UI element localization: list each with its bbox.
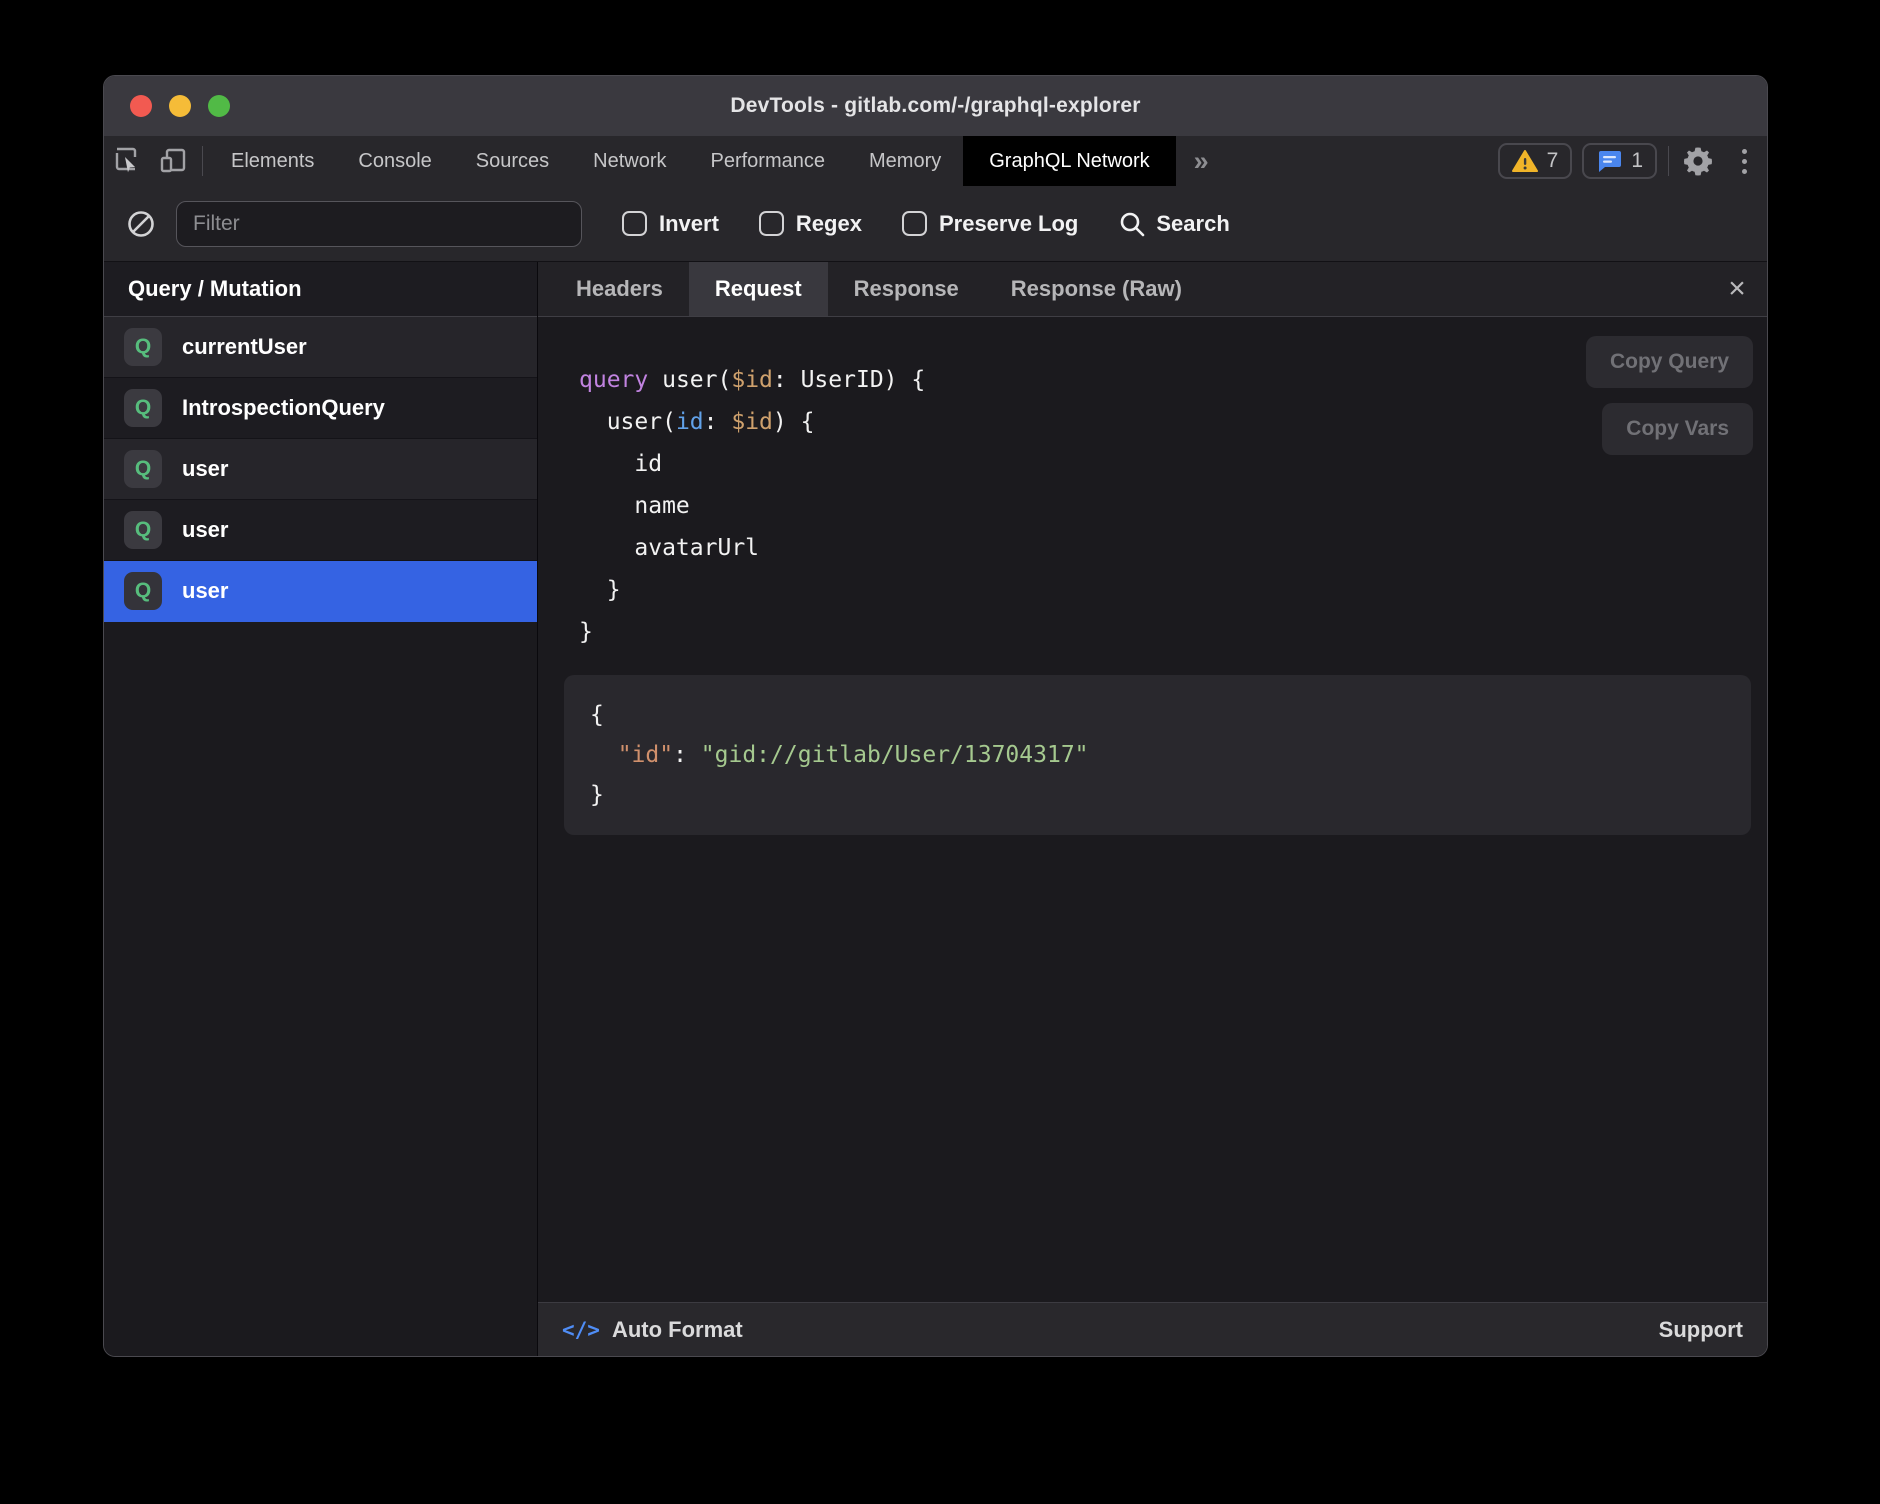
clear-filter-button[interactable] [118, 209, 164, 239]
query-name: IntrospectionQuery [182, 395, 385, 421]
inspect-element-button[interactable] [104, 136, 150, 186]
zoom-window-button[interactable] [208, 95, 230, 117]
issues-warning-badge[interactable]: 7 [1498, 143, 1573, 179]
tab-request[interactable]: Request [689, 262, 828, 316]
kebab-icon [1742, 149, 1747, 154]
tab-response-raw[interactable]: Response (Raw) [985, 262, 1208, 316]
tab-graphql-network[interactable]: GraphQL Network [963, 136, 1175, 186]
status-bar: </> Auto Format Support [538, 1302, 1767, 1356]
devtools-toolbar: Elements Console Sources Network Perform… [104, 136, 1767, 186]
query-list-item-user-2[interactable]: Q user [104, 500, 537, 561]
title-bar: DevTools - gitlab.com/-/graphql-explorer [104, 76, 1767, 136]
query-list-item-currentuser[interactable]: Q currentUser [104, 317, 537, 378]
tab-elements[interactable]: Elements [209, 136, 336, 186]
invert-checkbox-group[interactable]: Invert [622, 211, 719, 237]
query-name: user [182, 578, 228, 604]
inspect-cursor-icon [112, 146, 142, 176]
device-toolbar-icon [158, 146, 188, 176]
main-area: Query / Mutation Q currentUser Q Introsp… [104, 262, 1767, 1356]
query-list-item-user-1[interactable]: Q user [104, 439, 537, 500]
chat-bubble-icon [1596, 149, 1622, 173]
regex-checkbox[interactable] [759, 211, 784, 236]
query-type-icon: Q [124, 572, 162, 610]
query-type-icon: Q [124, 511, 162, 549]
support-link[interactable]: Support [1659, 1317, 1743, 1343]
close-window-button[interactable] [130, 95, 152, 117]
messages-badge[interactable]: 1 [1582, 143, 1657, 179]
request-content: query user($id: UserID) { user(id: $id) … [538, 317, 1767, 1302]
auto-format-button[interactable]: </> Auto Format [562, 1317, 743, 1343]
query-name: currentUser [182, 334, 307, 360]
minimize-window-button[interactable] [169, 95, 191, 117]
more-tabs-button[interactable]: » [1176, 136, 1227, 186]
toolbar-divider [202, 146, 203, 176]
query-list-item-introspectionquery[interactable]: Q IntrospectionQuery [104, 378, 537, 439]
tab-network[interactable]: Network [571, 136, 688, 186]
request-tabs: Headers Request Response Response (Raw) … [538, 262, 1767, 317]
copy-query-button[interactable]: Copy Query [1586, 336, 1753, 388]
toolbar-spacer [1227, 136, 1493, 186]
query-type-icon: Q [124, 328, 162, 366]
toggle-device-toolbar-button[interactable] [150, 136, 196, 186]
screen: DevTools - gitlab.com/-/graphql-explorer… [0, 0, 1880, 1504]
tab-console[interactable]: Console [336, 136, 453, 186]
auto-format-label: Auto Format [612, 1317, 743, 1343]
warning-count: 7 [1547, 149, 1559, 173]
devtools-window: DevTools - gitlab.com/-/graphql-explorer… [103, 75, 1768, 1357]
message-count: 1 [1631, 149, 1643, 173]
code-brackets-icon: </> [562, 1318, 600, 1342]
copy-vars-button[interactable]: Copy Vars [1602, 403, 1753, 455]
query-name: user [182, 517, 228, 543]
query-list-header: Query / Mutation [104, 262, 537, 317]
query-list-item-user-selected[interactable]: Q user [104, 561, 537, 622]
close-detail-button[interactable]: × [1707, 262, 1767, 316]
request-tabs-spacer [1208, 262, 1707, 316]
variables-box: { "id": "gid://gitlab/User/13704317" } [564, 675, 1751, 835]
search-button[interactable]: Search [1118, 210, 1229, 238]
close-icon: × [1728, 272, 1746, 306]
search-label: Search [1156, 211, 1229, 237]
gear-icon [1683, 146, 1713, 176]
tab-headers[interactable]: Headers [550, 262, 689, 316]
query-type-icon: Q [124, 389, 162, 427]
traffic-lights [130, 76, 230, 136]
query-name: user [182, 456, 228, 482]
invert-label: Invert [659, 211, 719, 237]
regex-label: Regex [796, 211, 862, 237]
filter-input[interactable] [176, 201, 582, 247]
window-title: DevTools - gitlab.com/-/graphql-explorer [730, 94, 1140, 118]
invert-checkbox[interactable] [622, 211, 647, 236]
search-icon [1118, 210, 1146, 238]
filter-bar: Invert Regex Preserve Log Search [104, 186, 1767, 262]
warning-icon [1512, 149, 1538, 173]
tab-response[interactable]: Response [828, 262, 985, 316]
copy-buttons: Copy Query Copy Vars [1586, 336, 1753, 455]
preserve-log-label: Preserve Log [939, 211, 1078, 237]
toolbar-divider-right [1668, 146, 1669, 176]
preserve-log-checkbox[interactable] [902, 211, 927, 236]
regex-checkbox-group[interactable]: Regex [759, 211, 862, 237]
request-detail-panel: Headers Request Response Response (Raw) … [538, 262, 1767, 1356]
more-options-button[interactable] [1721, 136, 1767, 186]
block-icon [126, 209, 156, 239]
tab-sources[interactable]: Sources [454, 136, 571, 186]
graphql-variables-code: { "id": "gid://gitlab/User/13704317" } [590, 695, 1725, 815]
query-type-icon: Q [124, 450, 162, 488]
tab-performance[interactable]: Performance [689, 136, 848, 186]
settings-button[interactable] [1675, 136, 1721, 186]
query-list-panel: Query / Mutation Q currentUser Q Introsp… [104, 262, 538, 1356]
preserve-log-checkbox-group[interactable]: Preserve Log [902, 211, 1078, 237]
tab-memory[interactable]: Memory [847, 136, 963, 186]
